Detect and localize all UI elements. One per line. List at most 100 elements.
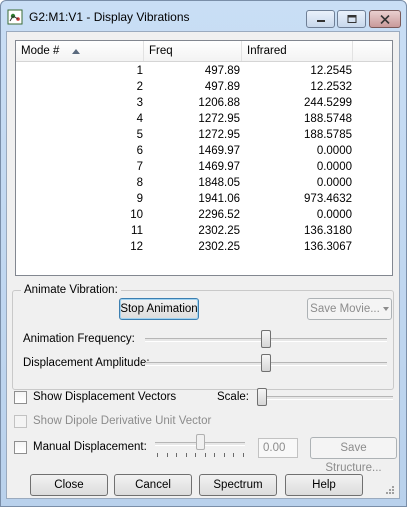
animate-vibration-label: Animate Vibration: [21, 284, 121, 296]
table-row[interactable]: 10 2296.52 0.0000 [16, 207, 392, 223]
title-bar[interactable]: G2:M1:V1 - Display Vibrations [1, 1, 406, 31]
window-title: G2:M1:V1 - Display Vibrations [29, 10, 190, 24]
table-row[interactable]: 8 1848.05 0.0000 [16, 175, 392, 191]
freq-cell: 1848.05 [198, 177, 240, 189]
infrared-cell: 0.0000 [316, 177, 352, 189]
mode-cell: 5 [136, 129, 143, 141]
animation-frequency-label: Animation Frequency: [23, 333, 135, 345]
freq-cell: 497.89 [204, 65, 240, 77]
slider-tick [185, 453, 187, 457]
minimize-icon [316, 20, 325, 22]
show-dipole-vector-checkbox[interactable] [14, 415, 27, 428]
show-dipole-vector-label: Show Dipole Derivative Unit Vector [33, 415, 212, 427]
freq-cell: 1469.97 [198, 161, 240, 173]
table-row[interactable]: 3 1206.88 244.5299 [16, 95, 392, 111]
mode-cell: 9 [136, 193, 143, 205]
maximize-icon [347, 15, 356, 23]
column-freq[interactable]: Freq [144, 41, 242, 61]
table-row[interactable]: 7 1469.97 0.0000 [16, 159, 392, 175]
displacement-amplitude-label: Displacement Amplitude: [23, 357, 150, 369]
slider-tick [204, 453, 206, 457]
save-movie-button[interactable]: Save Movie... [307, 298, 392, 320]
scale-thumb[interactable] [257, 388, 267, 406]
stop-animation-button[interactable]: Stop Animation [119, 298, 199, 320]
app-icon [7, 9, 23, 25]
table-row[interactable]: 1 497.89 12.2545 [16, 63, 392, 79]
mode-cell: 6 [136, 145, 143, 157]
infrared-cell: 244.5299 [304, 97, 352, 109]
mode-cell: 4 [136, 113, 143, 125]
table-row[interactable]: 5 1272.95 188.5785 [16, 127, 392, 143]
freq-cell: 2302.25 [198, 241, 240, 253]
freq-cell: 1272.95 [198, 113, 240, 125]
mode-cell: 8 [136, 177, 143, 189]
manual-displacement-label: Manual Displacement: [33, 441, 147, 453]
list-header: Mode # Freq Infrared [16, 41, 392, 62]
table-row[interactable]: 4 1272.95 188.5748 [16, 111, 392, 127]
slider-tick [233, 453, 235, 457]
table-row[interactable]: 2 497.89 12.2532 [16, 79, 392, 95]
slider-tick [214, 453, 216, 457]
manual-displacement-value[interactable]: 0.00 [258, 438, 298, 458]
infrared-cell: 0.0000 [316, 145, 352, 157]
infrared-cell: 0.0000 [316, 161, 352, 173]
help-button[interactable]: Help [285, 474, 363, 496]
mode-cell: 12 [130, 241, 143, 253]
infrared-cell: 188.5748 [304, 113, 352, 125]
save-structure-button[interactable]: Save Structure... [310, 437, 397, 474]
slider-tick [195, 453, 197, 457]
freq-cell: 1941.06 [198, 193, 240, 205]
freq-cell: 2296.52 [198, 209, 240, 221]
column-mode[interactable]: Mode # [16, 41, 144, 61]
minimize-button[interactable] [306, 10, 335, 28]
slider-tick [166, 453, 168, 457]
freq-cell: 1206.88 [198, 97, 240, 109]
infrared-cell: 136.3180 [304, 225, 352, 237]
cancel-button[interactable]: Cancel [114, 474, 192, 496]
slider-tick [176, 453, 178, 457]
manual-displacement-thumb[interactable] [195, 434, 205, 450]
vibrations-list[interactable]: Mode # Freq Infrared 1 497.89 12.2545 2 497… [15, 40, 393, 276]
mode-cell: 10 [130, 209, 143, 221]
column-infrared-label: Infrared [247, 45, 287, 57]
scale-track[interactable] [257, 396, 393, 400]
slider-tick [243, 453, 244, 457]
infrared-cell: 188.5785 [304, 129, 352, 141]
freq-cell: 497.89 [204, 81, 240, 93]
mode-cell: 11 [131, 225, 143, 237]
freq-cell: 2302.25 [198, 225, 240, 237]
infrared-cell: 973.4632 [304, 193, 352, 205]
slider-tick [223, 453, 225, 457]
mode-cell: 3 [136, 97, 143, 109]
close-icon [380, 14, 390, 24]
spectrum-button[interactable]: Spectrum [199, 474, 277, 496]
show-displacement-vectors-label: Show Displacement Vectors [33, 391, 177, 403]
column-freq-label: Freq [149, 45, 173, 57]
manual-displacement-checkbox[interactable] [14, 441, 27, 454]
infrared-cell: 12.2532 [310, 81, 352, 93]
column-filler [353, 41, 392, 61]
freq-cell: 1469.97 [198, 145, 240, 157]
show-displacement-vectors-checkbox[interactable] [14, 391, 27, 404]
close-window-button[interactable] [369, 10, 401, 28]
column-infrared[interactable]: Infrared [242, 41, 353, 61]
close-button[interactable]: Close [30, 474, 108, 496]
displacement-amplitude-thumb[interactable] [261, 354, 271, 372]
save-movie-label: Save Movie... [310, 303, 380, 315]
table-row[interactable]: 6 1469.97 0.0000 [16, 143, 392, 159]
infrared-cell: 136.3067 [304, 241, 352, 253]
maximize-button[interactable] [337, 10, 366, 28]
resize-grip-icon[interactable] [385, 485, 395, 495]
animation-frequency-thumb[interactable] [261, 330, 271, 348]
scale-label: Scale: [217, 391, 249, 403]
infrared-cell: 12.2545 [310, 65, 352, 77]
mode-cell: 2 [136, 81, 143, 93]
dialog-client: Mode # Freq Infrared 1 497.89 12.2545 2 497… [6, 31, 400, 499]
table-row[interactable]: 11 2302.25 136.3180 [16, 223, 392, 239]
table-row[interactable]: 9 1941.06 973.4632 [16, 191, 392, 207]
mode-cell: 7 [136, 161, 143, 173]
chevron-down-icon [382, 306, 389, 311]
freq-cell: 1272.95 [198, 129, 240, 141]
infrared-cell: 0.0000 [316, 209, 352, 221]
table-row[interactable]: 12 2302.25 136.3067 [16, 239, 392, 255]
